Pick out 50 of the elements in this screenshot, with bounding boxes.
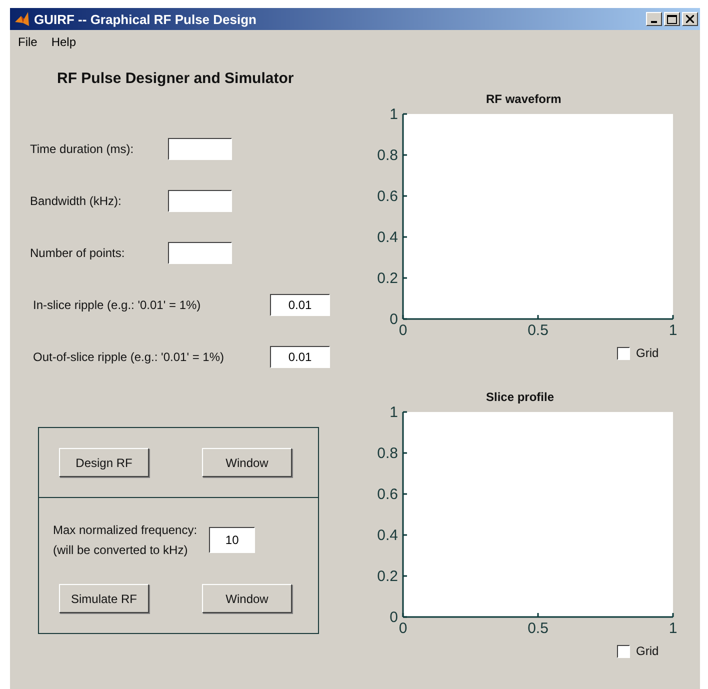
tick-label: 1 <box>668 322 678 339</box>
maximize-icon <box>667 14 677 24</box>
tick-label: 0 <box>390 609 398 626</box>
grid-label: Grid <box>636 644 659 658</box>
tick-label: 0.6 <box>377 486 398 503</box>
grid-checkbox[interactable] <box>617 644 630 658</box>
frequency-label: Max normalized frequency: (will be converted to kHz) <box>53 522 198 559</box>
maximize-button[interactable] <box>664 12 680 26</box>
menu-item[interactable]: File <box>18 35 38 49</box>
heading: RF Pulse Designer and Simulator <box>57 70 295 87</box>
field-label: Out-of-slice ripple (e.g.: '0.01' = 1%) <box>32 350 225 364</box>
tick-label: 0.4 <box>377 229 398 246</box>
tick-label: 1 <box>390 108 398 123</box>
panel-button[interactable]: Window <box>202 584 292 613</box>
tick-label: 1 <box>668 620 678 637</box>
tick-label: 0.2 <box>377 568 398 585</box>
panel-button[interactable]: Design RF <box>59 448 149 477</box>
tick-label: 0 <box>398 322 408 339</box>
tick-label: 0.5 <box>528 322 548 339</box>
chart-title: RF waveform <box>486 92 562 106</box>
tick-label: 0.5 <box>528 620 548 637</box>
tick-label: 0 <box>390 311 398 328</box>
field-label: In-slice ripple (e.g.: '0.01' = 1%) <box>32 298 202 312</box>
input-field[interactable] <box>168 138 232 160</box>
field-label: Number of points: <box>30 246 126 260</box>
window-title: GUIRF -- Graphical RF Pulse Design <box>34 12 258 26</box>
close-button[interactable] <box>682 12 698 26</box>
tick-label: 0 <box>398 620 408 637</box>
app-icon <box>14 11 30 27</box>
tick-label: 0.6 <box>377 188 398 205</box>
menu-item[interactable]: Help <box>51 35 76 49</box>
field-label: Bandwidth (kHz): <box>30 194 122 208</box>
panel-button[interactable]: Simulate RF <box>59 584 149 613</box>
input-field[interactable]: 10 <box>209 527 256 553</box>
panel-button[interactable]: Window <box>202 448 292 477</box>
close-icon <box>686 15 694 23</box>
input-field[interactable]: 0.01 <box>270 294 330 316</box>
grid-checkbox[interactable] <box>617 346 630 360</box>
minimize-button[interactable] <box>646 12 662 26</box>
input-field[interactable] <box>168 190 232 212</box>
tick-label: 0.2 <box>377 270 398 287</box>
tick-label: 0.8 <box>377 147 398 164</box>
field-label: Time duration (ms): <box>30 142 135 156</box>
tick-label: 0.4 <box>377 527 398 544</box>
tick-label: 0.8 <box>377 445 398 462</box>
input-field[interactable] <box>168 242 232 264</box>
chart-title: Slice profile <box>486 390 556 404</box>
input-field[interactable]: 0.01 <box>270 346 330 368</box>
tick-label: 1 <box>390 406 398 421</box>
grid-label: Grid <box>636 346 659 360</box>
